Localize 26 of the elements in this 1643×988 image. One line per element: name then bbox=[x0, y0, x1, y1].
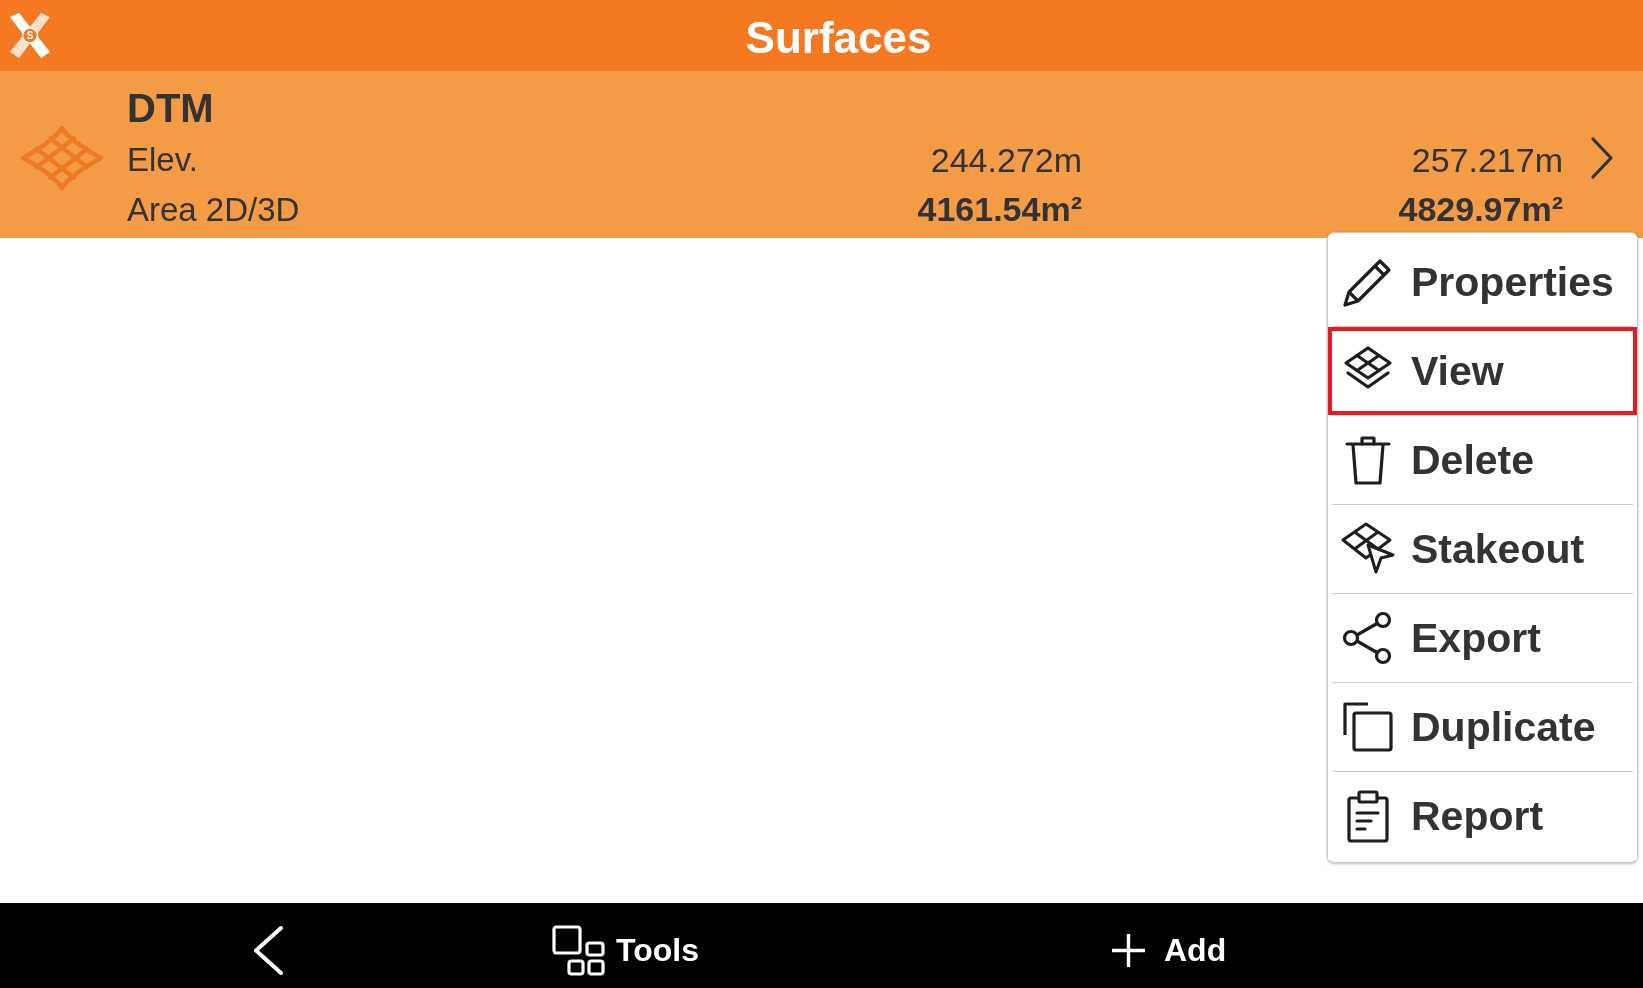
app-logo: S bbox=[7, 12, 53, 59]
field-value: 244.272m bbox=[930, 141, 1082, 180]
mesh-icon bbox=[20, 124, 104, 191]
tools-button[interactable]: Tools bbox=[552, 925, 699, 976]
field-value: 4161.54m² bbox=[917, 191, 1082, 229]
copy-icon bbox=[1340, 699, 1396, 755]
menu-item[interactable]: Stakeout bbox=[1328, 505, 1637, 593]
field-label: Area 2D/3D bbox=[127, 191, 300, 229]
squares-icon bbox=[552, 925, 606, 976]
menu-item[interactable]: Delete bbox=[1328, 416, 1637, 504]
chevron-right-icon bbox=[1590, 135, 1614, 180]
back-button[interactable] bbox=[251, 925, 285, 976]
menu-item[interactable]: Report bbox=[1328, 772, 1637, 860]
plus-icon bbox=[1111, 933, 1146, 968]
field-value: 257.217m bbox=[1411, 141, 1563, 180]
menu-item[interactable]: Export bbox=[1328, 594, 1637, 682]
field-value: 4829.97m² bbox=[1398, 191, 1563, 229]
add-button[interactable]: Add bbox=[1111, 932, 1227, 969]
menu-item[interactable]: Duplicate bbox=[1328, 683, 1637, 771]
chevron-left-icon bbox=[251, 925, 285, 976]
screen-title: Surfaces bbox=[745, 12, 932, 64]
surface-list-item[interactable]: DTM Elev. 244.272m 257.217m Area 2D/3D 4161.54m² 4829.97m² bbox=[0, 71, 1643, 238]
menu-item[interactable]: Properties bbox=[1328, 238, 1637, 326]
field-label: Elev. bbox=[127, 142, 198, 179]
menu-item[interactable]: View bbox=[1328, 327, 1637, 415]
surface-name: DTM bbox=[127, 86, 214, 130]
